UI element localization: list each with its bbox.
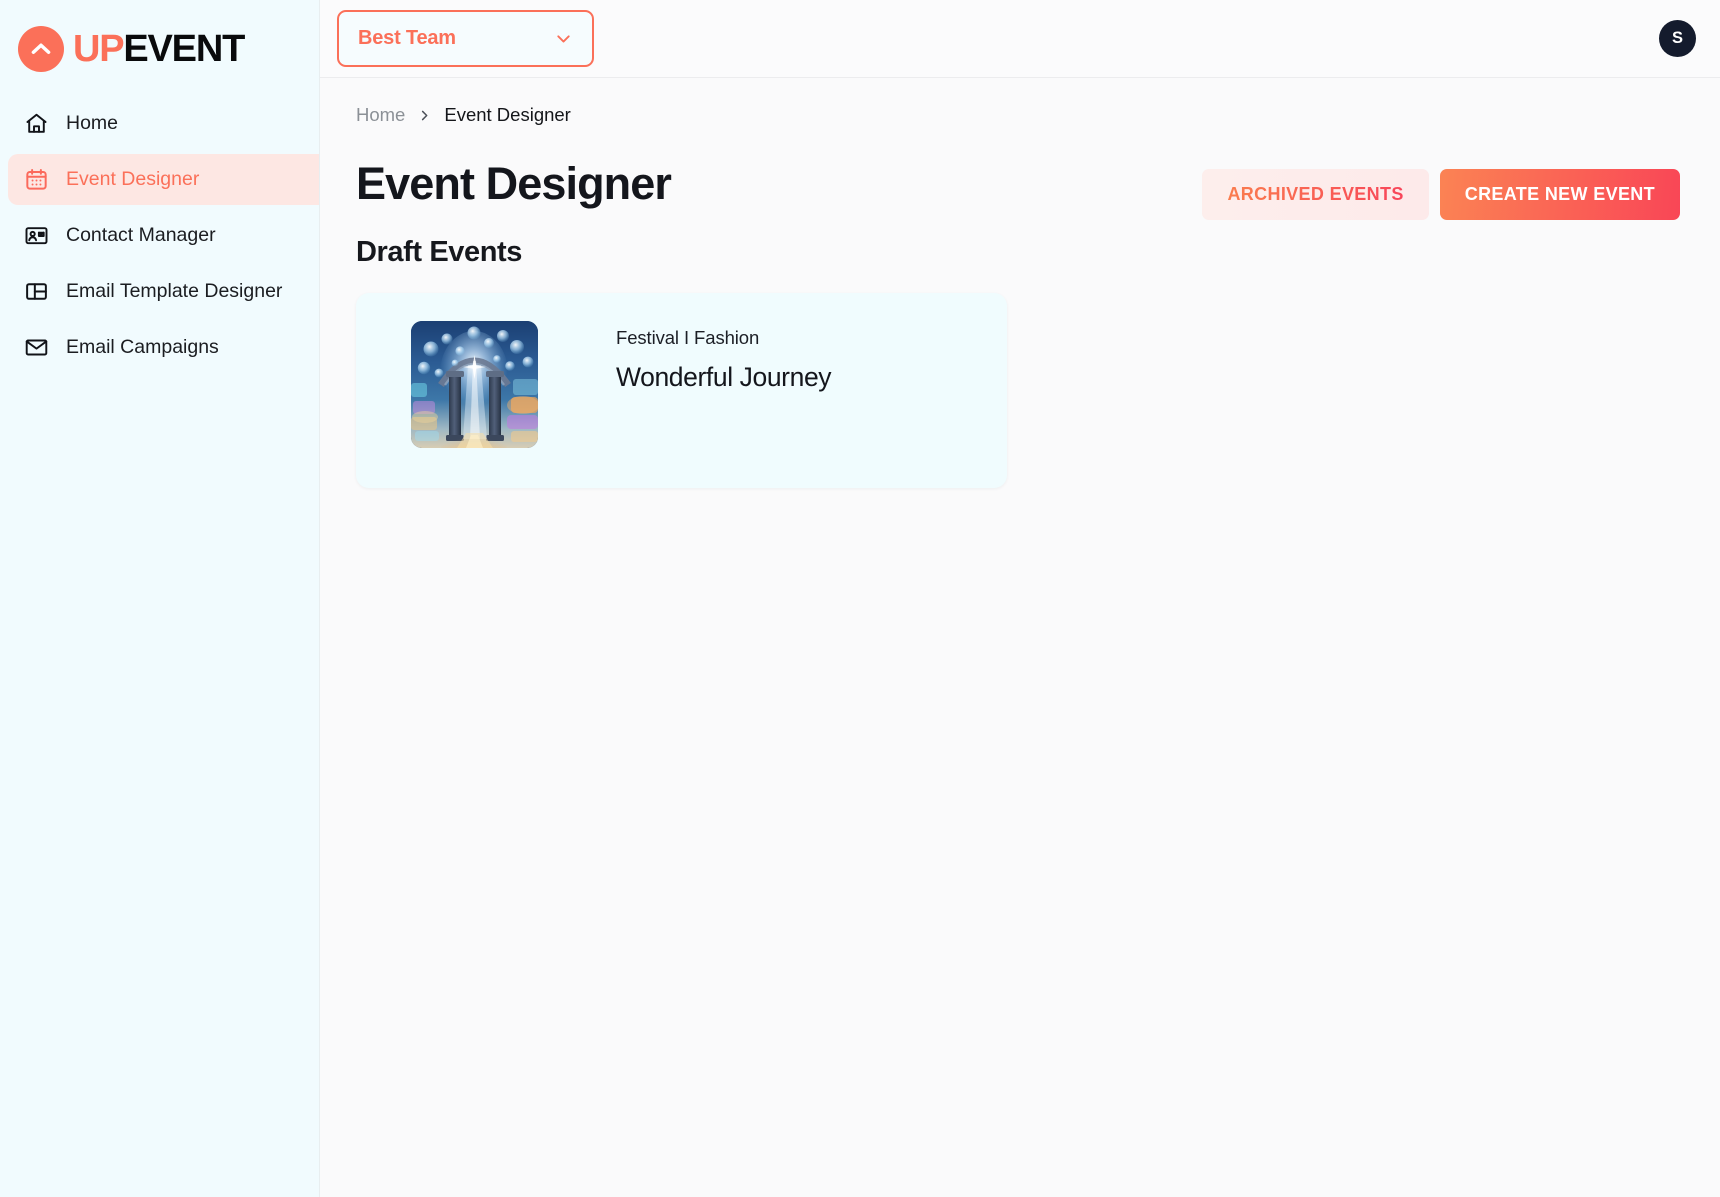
event-card-title: Wonderful Journey (616, 362, 831, 393)
brand-wordmark: UPEVENT (73, 30, 244, 68)
sidebar-item-contact-manager[interactable]: Contact Manager (8, 210, 319, 261)
sidebar-item-email-campaigns[interactable]: Email Campaigns (8, 322, 319, 373)
brand-wordmark-event: EVENT (123, 28, 244, 70)
event-card[interactable]: Festival I Fashion Wonderful Journey (356, 293, 1007, 488)
team-selector-value: Best Team (358, 27, 456, 50)
breadcrumb-current: Event Designer (444, 104, 570, 126)
archived-events-button-label: ARCHIVED EVENTS (1227, 184, 1403, 205)
brand-logo[interactable]: UPEVENT (0, 0, 319, 76)
layout-grid-icon (23, 279, 49, 305)
sidebar-item-email-template-designer[interactable]: Email Template Designer (8, 266, 319, 317)
contact-card-icon (23, 223, 49, 249)
calendar-icon (23, 167, 49, 193)
breadcrumb-home[interactable]: Home (356, 104, 405, 126)
sidebar-nav: Home Event Designer (0, 98, 319, 378)
team-selector[interactable]: Best Team (337, 10, 594, 67)
event-card-category: Festival I Fashion (616, 327, 831, 349)
avatar-initial: S (1672, 29, 1683, 48)
brand-wordmark-up: UP (73, 28, 123, 70)
page-header-row: Event Designer ARCHIVED EVENTS CREATE NE… (356, 160, 1680, 220)
chevron-right-icon (417, 108, 432, 123)
topbar: Best Team S (320, 0, 1720, 78)
sidebar-item-label: Email Template Designer (66, 280, 282, 303)
create-new-event-button[interactable]: CREATE NEW EVENT (1440, 169, 1680, 220)
chevron-up-circle-icon (18, 26, 64, 72)
sidebar-item-event-designer[interactable]: Event Designer (8, 154, 319, 205)
sidebar-item-label: Home (66, 112, 118, 135)
page-title: Event Designer (356, 160, 671, 207)
event-thumbnail (411, 321, 538, 448)
section-title-draft-events: Draft Events (356, 236, 1680, 269)
home-icon (23, 111, 49, 137)
create-new-event-button-label: CREATE NEW EVENT (1465, 184, 1655, 205)
main-area: Best Team S Home Event Design (320, 0, 1720, 1197)
breadcrumb: Home Event Designer (356, 104, 1680, 126)
page-content: Home Event Designer Event Designer ARCHI… (320, 78, 1720, 1197)
envelope-icon (23, 335, 49, 361)
sidebar-item-label: Event Designer (66, 168, 199, 191)
event-card-text: Festival I Fashion Wonderful Journey (538, 321, 831, 393)
sidebar-item-label: Email Campaigns (66, 336, 219, 359)
sidebar: UPEVENT Home (0, 0, 320, 1197)
draft-events-list: Festival I Fashion Wonderful Journey (356, 293, 1680, 488)
app-root: UPEVENT Home (0, 0, 1720, 1197)
avatar[interactable]: S (1659, 20, 1696, 57)
sidebar-item-label: Contact Manager (66, 224, 216, 247)
archived-events-button[interactable]: ARCHIVED EVENTS (1202, 169, 1428, 220)
page-actions: ARCHIVED EVENTS CREATE NEW EVENT (1202, 160, 1680, 220)
chevron-down-icon (553, 28, 574, 49)
sidebar-item-home[interactable]: Home (8, 98, 319, 149)
